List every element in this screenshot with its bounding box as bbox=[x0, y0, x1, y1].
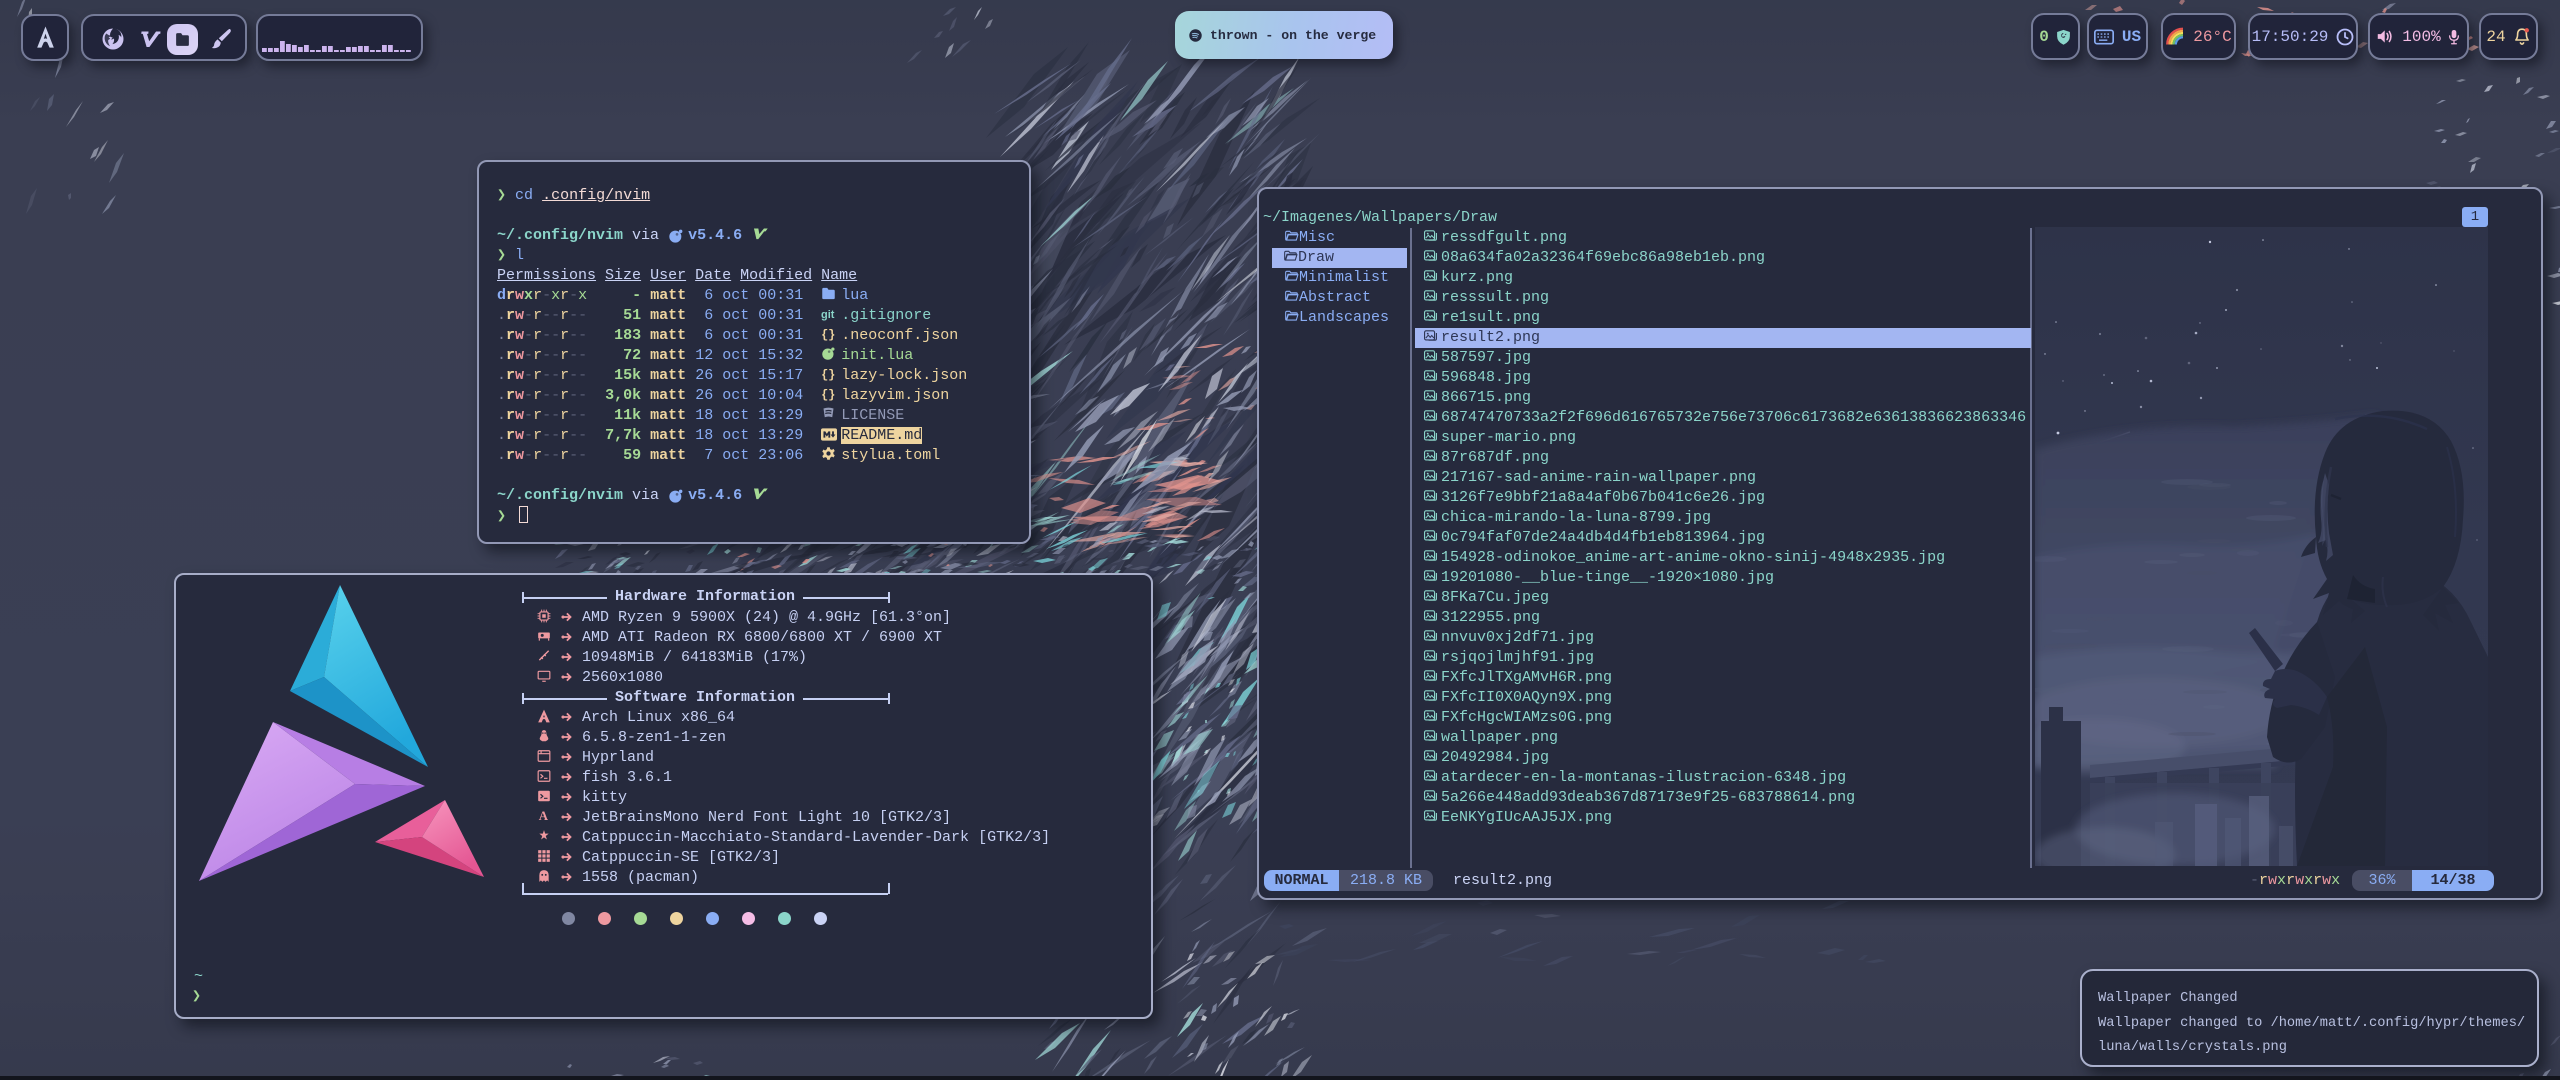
svg-text:git: git bbox=[821, 309, 835, 321]
svg-text:A: A bbox=[539, 809, 549, 823]
svg-text:{}: {} bbox=[821, 388, 835, 401]
svg-text:{}: {} bbox=[821, 328, 835, 341]
svg-text:{}: {} bbox=[821, 368, 835, 381]
